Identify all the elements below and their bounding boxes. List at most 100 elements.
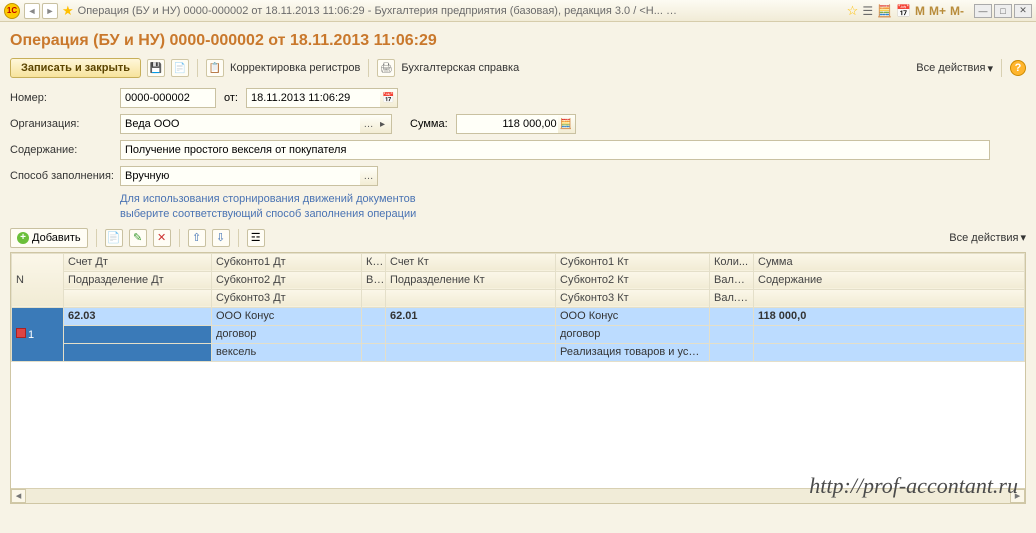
description-field[interactable] [120, 140, 990, 160]
copy-icon[interactable]: 📄 [105, 229, 123, 247]
print-icon[interactable]: 🖨 [377, 59, 395, 77]
cell-acc-kt[interactable]: 62.01 [386, 307, 556, 325]
accounting-reference-button[interactable]: Бухгалтерская справка [401, 62, 519, 74]
grid-icon[interactable]: ☰ [862, 4, 873, 18]
date-field[interactable] [246, 88, 384, 108]
all-actions-dropdown[interactable]: Все действия ▾ [916, 62, 993, 75]
date-picker-icon[interactable]: 📅 [380, 88, 398, 108]
from-label: от: [224, 92, 238, 104]
col-sum[interactable]: Сумма [754, 253, 1025, 271]
window-titlebar: 1C ◄ ► ★ Операция (БУ и НУ) 0000-000002 … [0, 0, 1036, 22]
separator [368, 59, 369, 77]
plus-icon: + [17, 232, 29, 244]
col-v[interactable]: В... [362, 271, 386, 289]
cell-dept-kt[interactable] [386, 325, 556, 343]
col-sub1-dt[interactable]: Субконто1 Дт [212, 253, 362, 271]
hint-text: Для использования сторнирования движений… [120, 192, 1026, 222]
row-n: 1 [28, 329, 34, 341]
mode-label: Способ заполнения: [10, 170, 120, 182]
form-grid: Номер: от: 📅 Организация: … ▸ Сумма: 🧮 С… [10, 88, 1026, 222]
org-label: Организация: [10, 118, 120, 130]
favorite-star-icon[interactable]: ★ [62, 3, 74, 19]
cell-sub1-kt[interactable]: ООО Конус [556, 307, 710, 325]
col-sub2-kt[interactable]: Субконто2 Кт [556, 271, 710, 289]
organization-field[interactable] [120, 114, 364, 134]
sum-label: Сумма: [410, 118, 448, 130]
close-icon[interactable]: ✕ [1014, 4, 1032, 18]
chevron-down-icon: ▾ [987, 62, 993, 75]
col-sub2-dt[interactable]: Субконто2 Дт [212, 271, 362, 289]
fill-mode-field[interactable] [120, 166, 364, 186]
move-up-icon[interactable]: ⇧ [188, 229, 206, 247]
edit-icon[interactable]: ✎ [129, 229, 147, 247]
maximize-icon[interactable]: □ [994, 4, 1012, 18]
move-down-icon[interactable]: ⇩ [212, 229, 230, 247]
nav-back-icon[interactable]: ◄ [24, 3, 40, 19]
cell-sub2-kt[interactable]: договор [556, 325, 710, 343]
sum-field[interactable] [456, 114, 562, 134]
star-icon[interactable]: ☆ [847, 3, 859, 19]
more-icon[interactable]: ☲ [247, 229, 265, 247]
document-icon[interactable]: 📄 [171, 59, 189, 77]
col-val[interactable]: Вал. ... [710, 289, 754, 307]
m-button[interactable]: M [915, 4, 925, 18]
cell-sub3-dt[interactable]: вексель [212, 343, 362, 361]
add-label: Добавить [32, 232, 81, 244]
save-icon[interactable]: 💾 [147, 59, 165, 77]
help-icon[interactable]: ? [1010, 60, 1026, 76]
col-sub1-kt[interactable]: Субконто1 Кт [556, 253, 710, 271]
cell-acc-dt[interactable]: 62.03 [64, 307, 212, 325]
all-actions-label: Все действия [916, 62, 985, 74]
cell-qty[interactable] [710, 307, 754, 325]
col-sub3-dt[interactable]: Субконто3 Дт [212, 289, 362, 307]
col-acc-dt[interactable]: Счет Дт [64, 253, 212, 271]
col-note[interactable]: Содержание [754, 271, 1025, 289]
nav-fwd-icon[interactable]: ► [42, 3, 58, 19]
col-n[interactable]: N [12, 253, 64, 307]
table-toolbar: + Добавить 📄 ✎ ✕ ⇧ ⇩ ☲ Все действия ▾ [10, 228, 1026, 248]
cell-sub1-dt[interactable]: ООО Конус [212, 307, 362, 325]
page-title: Операция (БУ и НУ) 0000-000002 от 18.11.… [10, 32, 1026, 50]
col-k[interactable]: К... [362, 253, 386, 271]
col-dept-kt[interactable]: Подразделение Кт [386, 271, 556, 289]
window-title: Операция (БУ и НУ) 0000-000002 от 18.11.… [78, 5, 678, 17]
postings-table[interactable]: N Счет Дт Субконто1 Дт К... Счет Кт Субк… [10, 252, 1026, 504]
col-cur[interactable]: Валю... [710, 271, 754, 289]
scroll-left-icon[interactable]: ◂ [11, 489, 26, 503]
table-row[interactable]: вексель Реализация товаров и услуг ... [12, 343, 1025, 361]
hint-line-1: Для использования сторнирования движений… [120, 192, 1026, 207]
table-all-actions-label: Все действия [949, 232, 1018, 244]
cell-dept-dt[interactable] [64, 325, 212, 343]
col-sub3-kt[interactable]: Субконто3 Кт [556, 289, 710, 307]
scroll-right-icon[interactable]: ▸ [1010, 489, 1025, 503]
col-dept-dt[interactable]: Подразделение Дт [64, 271, 212, 289]
cell-sub2-dt[interactable]: договор [212, 325, 362, 343]
app-icon: 1C [4, 3, 20, 19]
calendar-icon[interactable]: 📅 [896, 4, 911, 18]
horizontal-scrollbar[interactable]: ◂ ▸ [11, 488, 1025, 503]
calc-icon[interactable]: 🧮 [558, 114, 576, 134]
col-acc-kt[interactable]: Счет Кт [386, 253, 556, 271]
calc-icon[interactable]: 🧮 [877, 4, 892, 18]
add-button[interactable]: + Добавить [10, 228, 88, 248]
cell-sub3-kt[interactable]: Реализация товаров и услуг ... [556, 343, 710, 361]
number-field[interactable] [120, 88, 216, 108]
cell-k[interactable] [362, 307, 386, 325]
table-all-actions-dropdown[interactable]: Все действия ▾ [949, 231, 1026, 244]
table-row[interactable]: 1 62.03 ООО Конус 62.01 ООО Конус 118 00… [12, 307, 1025, 325]
m-minus-button[interactable]: M- [950, 4, 964, 18]
table-row[interactable]: договор договор [12, 325, 1025, 343]
main-toolbar: Записать и закрыть 💾 📄 📋 Корректировка р… [10, 58, 1026, 78]
separator [197, 59, 198, 77]
cell-sum[interactable]: 118 000,0 [754, 307, 1025, 325]
m-plus-button[interactable]: M+ [929, 4, 946, 18]
org-open-icon[interactable]: ▸ [374, 114, 392, 134]
mode-picker-icon[interactable]: … [360, 166, 378, 186]
col-qty[interactable]: Коли... [710, 253, 754, 271]
registers-icon[interactable]: 📋 [206, 59, 224, 77]
delete-icon[interactable]: ✕ [153, 229, 171, 247]
registers-correction-button[interactable]: Корректировка регистров [230, 62, 360, 74]
save-close-button[interactable]: Записать и закрыть [10, 58, 141, 78]
minimize-icon[interactable]: — [974, 4, 992, 18]
number-label: Номер: [10, 92, 120, 104]
